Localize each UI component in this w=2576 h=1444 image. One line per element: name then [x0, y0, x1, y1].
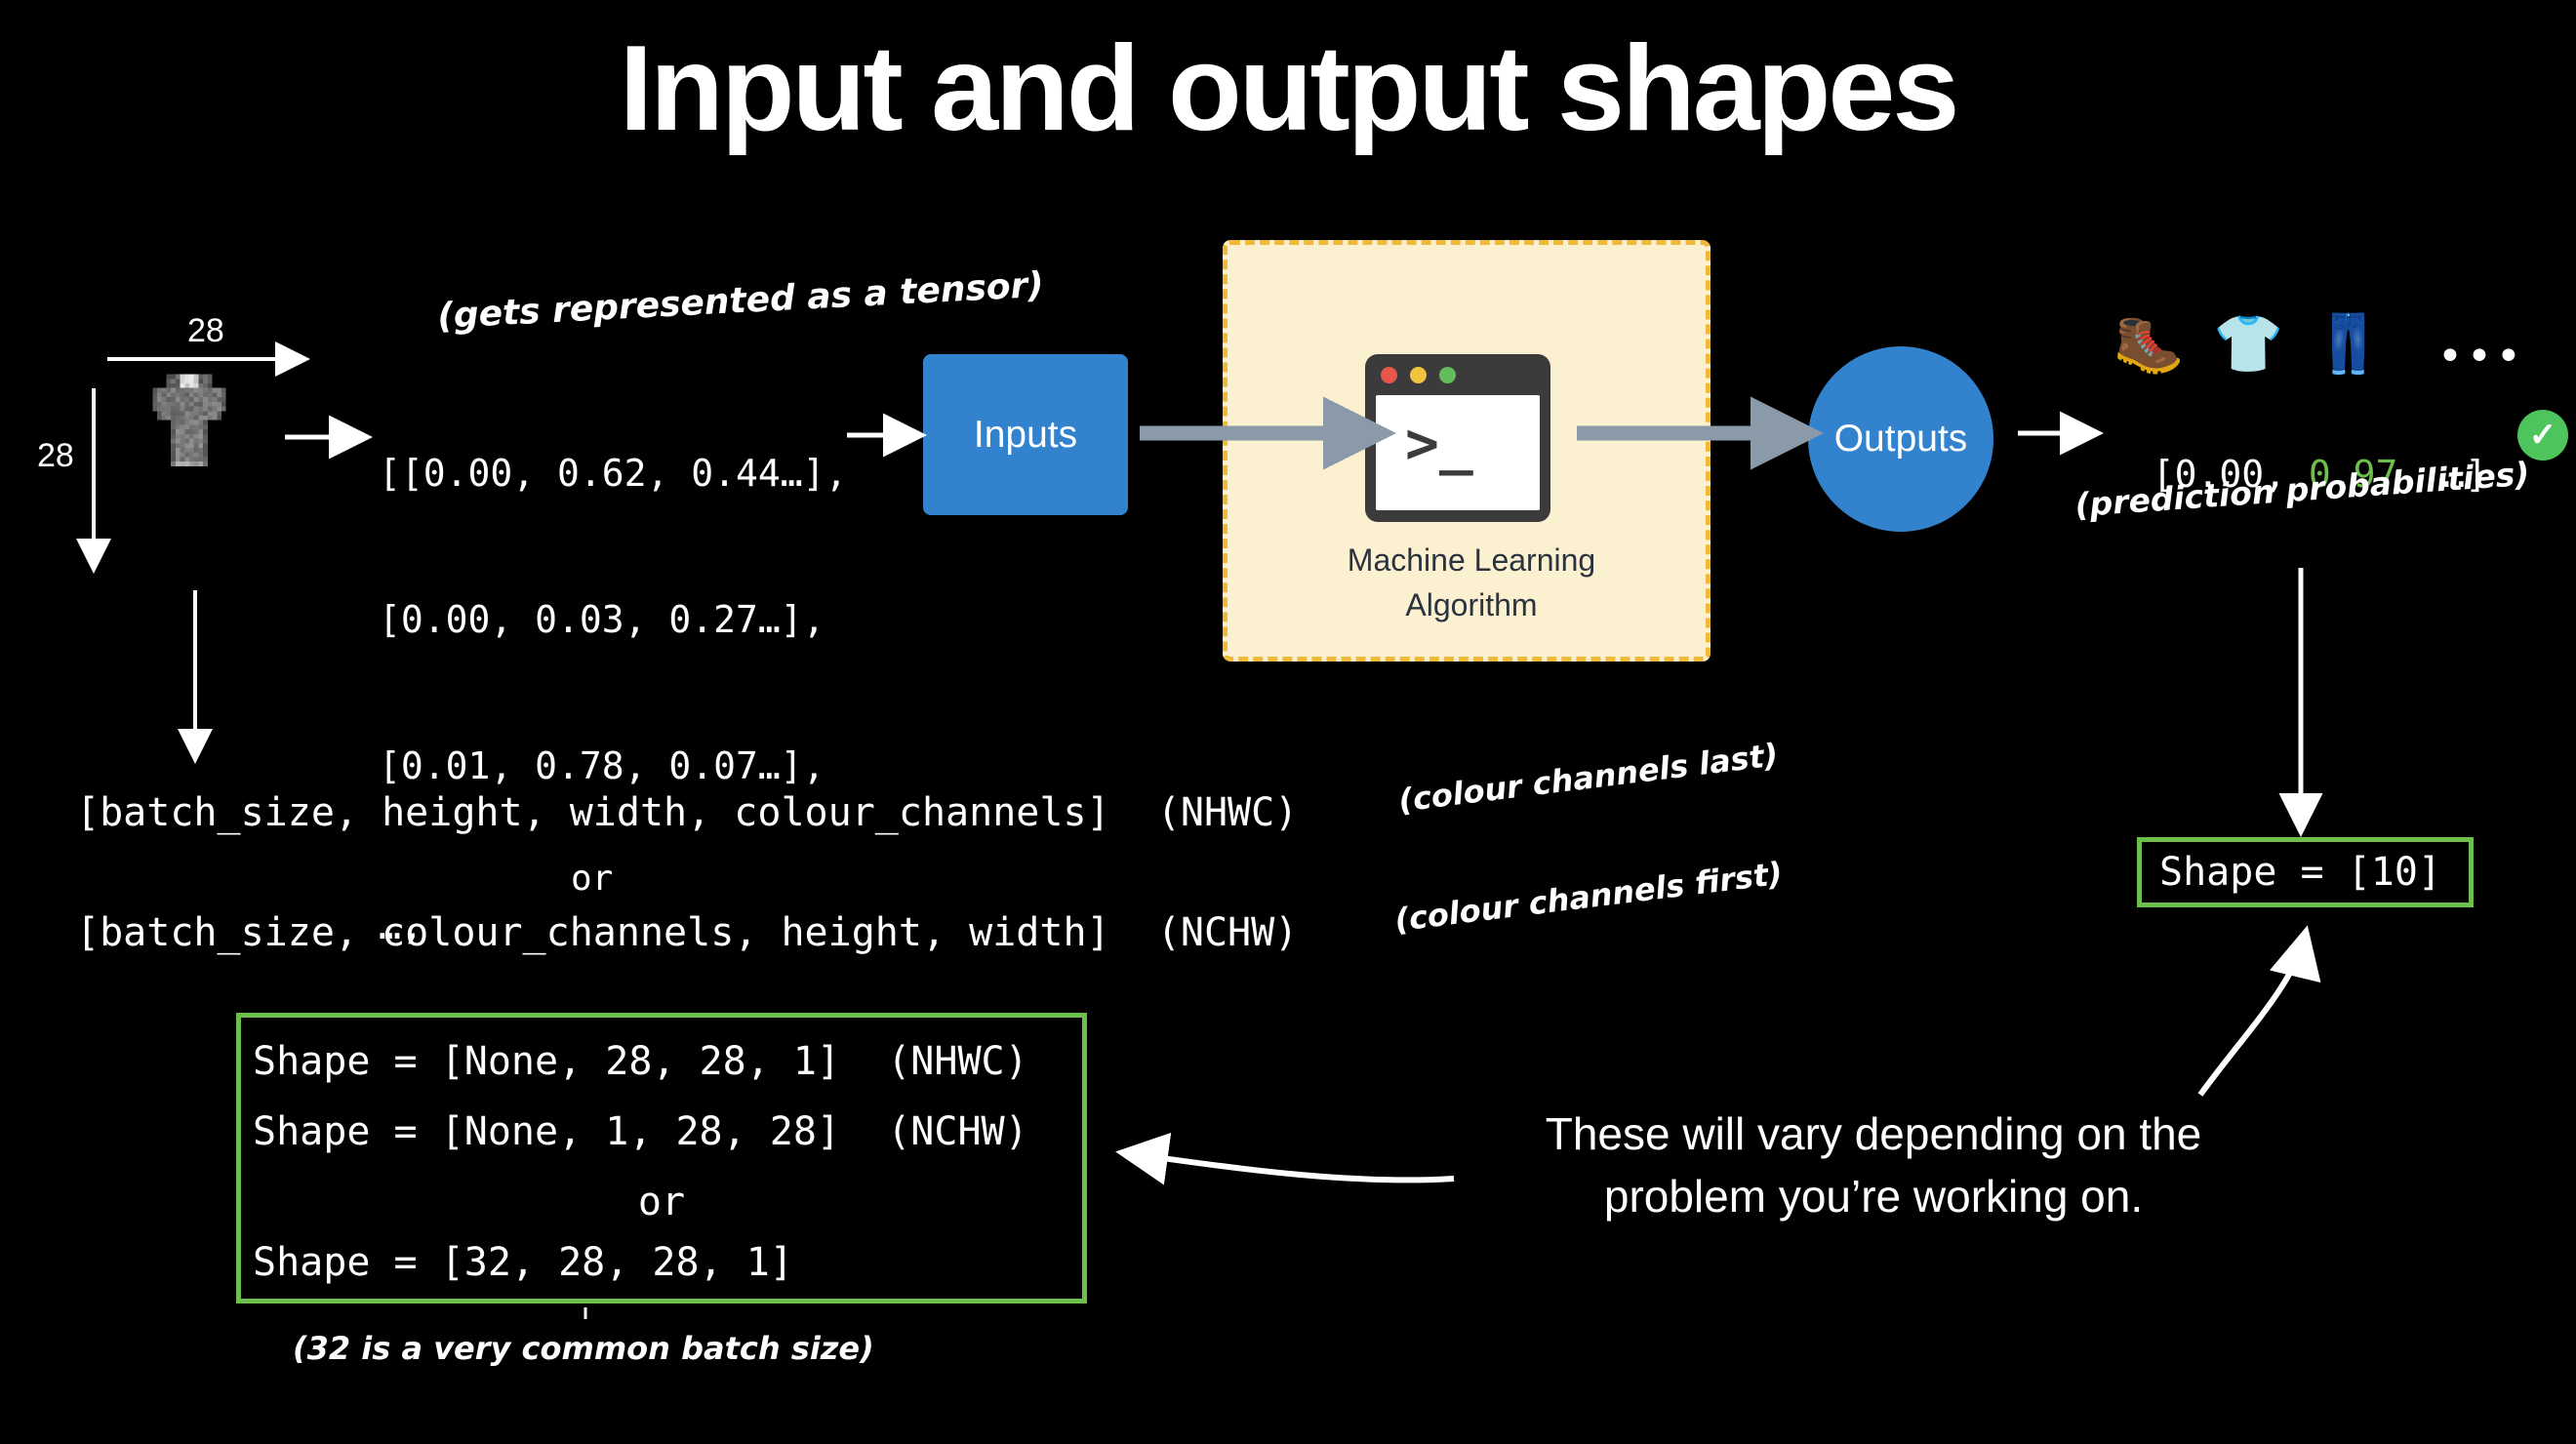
- terminal-dot-red: [1381, 367, 1397, 383]
- shape-line-nchw: Shape = [None, 1, 28, 28] (NCHW): [253, 1109, 1028, 1154]
- outputs-label: Outputs: [1834, 418, 1968, 461]
- colour-channels-last-annotation: (colour channels last): [1396, 736, 1780, 819]
- input-shape-examples-box: Shape = [None, 28, 28, 1] (NHWC) Shape =…: [236, 1013, 1087, 1304]
- machine-learning-algorithm-box: >_ Machine Learning Algorithm: [1223, 240, 1711, 662]
- check-icon: ✓: [2529, 419, 2557, 452]
- shape-line-batch32: Shape = [32, 28, 28, 1]: [253, 1240, 793, 1285]
- tshirt-icon: 👕: [2213, 312, 2313, 376]
- machine-learning-algorithm-label: Machine Learning Algorithm: [1228, 538, 1715, 627]
- boot-icon: 🥾: [2113, 312, 2213, 376]
- output-shape-text: Shape = [10]: [2159, 850, 2441, 895]
- ml-label-line-2: Algorithm: [1228, 582, 1715, 627]
- inputs-label: Inputs: [974, 414, 1077, 457]
- tensor-row: [[0.00, 0.62, 0.44…],: [379, 449, 847, 498]
- vary-note-to-output-shape-curve: [2200, 937, 2305, 1095]
- colour-channels-first-annotation: (colour channels first): [1392, 855, 1785, 939]
- terminal-dot-green: [1439, 367, 1456, 383]
- inputs-node: Inputs: [923, 354, 1128, 515]
- tensor-values-block: [[0.00, 0.62, 0.44…], [0.00, 0.03, 0.27……: [379, 351, 847, 999]
- page-title: Input and output shapes: [0, 25, 2576, 152]
- terminal-screen: >_: [1376, 395, 1540, 510]
- terminal-titlebar: [1365, 354, 1550, 395]
- vary-note-text: These will vary depending on the problem…: [1473, 1103, 2274, 1227]
- shape-string-nchw: [batch_size, colour_channels, height, wi…: [76, 910, 1298, 955]
- emoji-ellipsis: •••: [2437, 332, 2525, 381]
- shape-string-or: or: [571, 859, 613, 899]
- ml-label-line-1: Machine Learning: [1228, 538, 1715, 582]
- shape-line-nhwc: Shape = [None, 28, 28, 1] (NHWC): [253, 1039, 1028, 1084]
- batch-size-annotation: (32 is a very common batch size): [293, 1327, 800, 1370]
- class-emoji-row: 🥾👕👖: [2113, 314, 2413, 375]
- width-dimension-label: 28: [187, 312, 224, 350]
- height-dimension-label: 28: [37, 437, 74, 475]
- tensor-row: [0.01, 0.78, 0.07…],: [379, 742, 847, 790]
- tensor-row: [0.00, 0.03, 0.27…],: [379, 595, 847, 644]
- shape-line-or: or: [241, 1180, 1082, 1224]
- jeans-icon: 👖: [2313, 312, 2412, 376]
- tensor-annotation: (gets represented as a tensor): [436, 265, 1044, 337]
- terminal-dot-yellow: [1410, 367, 1427, 383]
- terminal-icon: >_: [1365, 354, 1550, 522]
- terminal-prompt-glyph: >_: [1405, 415, 1473, 471]
- output-shape-box: Shape = [10]: [2137, 837, 2474, 907]
- vary-note-to-input-shape-curve: [1127, 1153, 1454, 1180]
- outputs-node: Outputs: [1808, 346, 1993, 532]
- fashion-mnist-image: [125, 351, 254, 480]
- prediction-correct-badge: ✓: [2517, 410, 2568, 461]
- shape-string-nhwc: [batch_size, height, width, colour_chann…: [76, 790, 1298, 835]
